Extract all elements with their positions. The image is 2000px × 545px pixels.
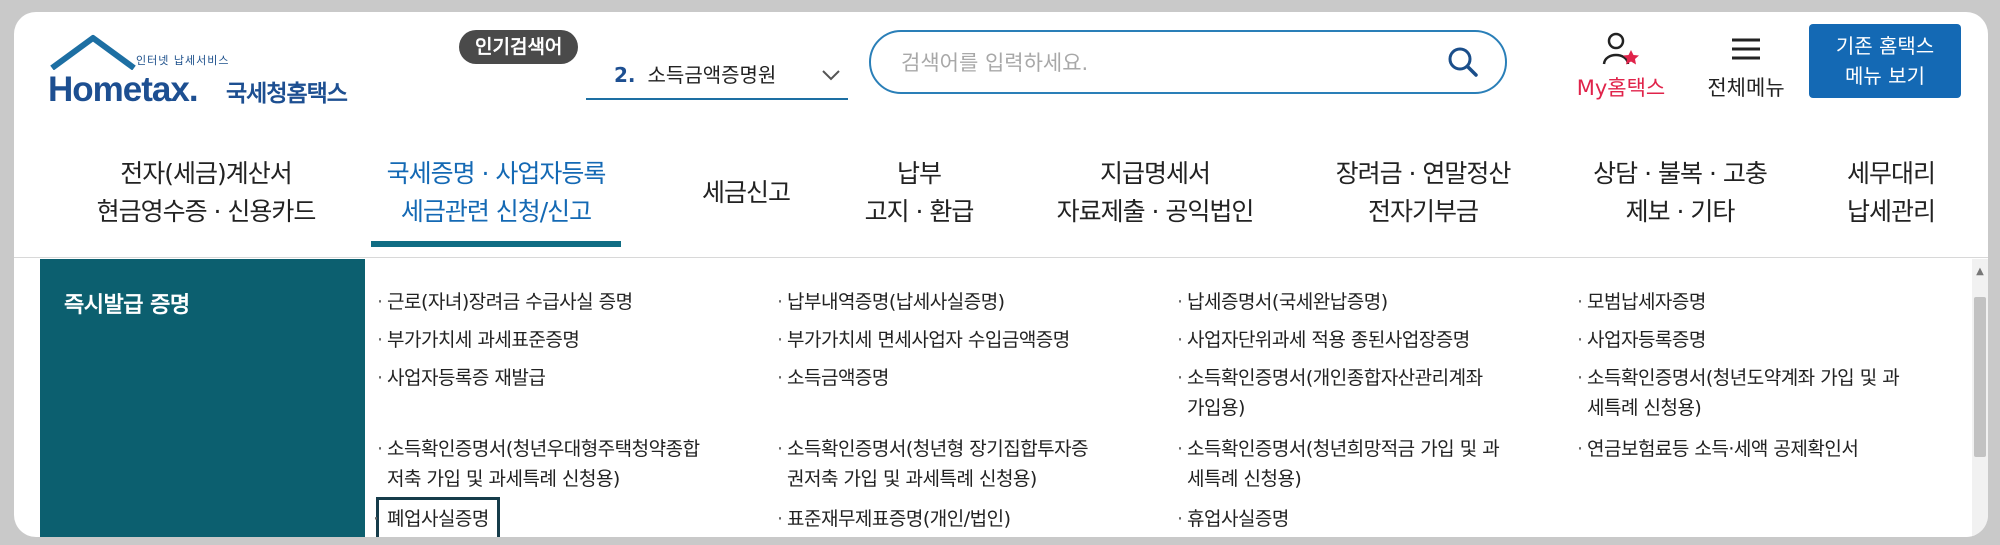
panel-category-title: 즉시발급 증명 <box>64 293 190 318</box>
link-income-cert-youth-hope[interactable]: · 소득확인증명서(청년희망적금 가입 및 과 세특례 신청용) <box>1177 434 1500 494</box>
hamburger-icon <box>1729 30 1763 70</box>
nav-certificate-line2: 세금관련 신청/신고 <box>400 197 592 226</box>
link-pension-deduction-cert[interactable]: · 연금보험료등 소득·세액 공제확인서 <box>1577 434 1859 464</box>
scroll-thumb[interactable] <box>1974 297 1986 457</box>
nav-tax-filing-line1: 세금신고 <box>701 178 791 207</box>
panel-links: · 근로(자녀)장려금 수급사실 증명 · 납부내역증명(납세사실증명) · 납세증명… <box>365 259 1975 537</box>
nav-payment-line1: 납부 <box>896 159 942 188</box>
popular-rank: 2. <box>614 63 636 87</box>
link-income-cert-youth-housing[interactable]: · 소득확인증명서(청년우대형주택청약종합 저축 가입 및 과세특례 신청용) <box>377 434 700 494</box>
nav-e-invoice-line2: 현금영수증 · 신용카드 <box>96 197 317 226</box>
nav-consulting[interactable]: 상담 · 불복 · 고충 제보 · 기타 <box>1574 155 1786 231</box>
link-model-taxpayer-cert[interactable]: · 모범납세자증명 <box>1577 287 1706 317</box>
scroll-up-arrow-icon[interactable]: ▲ <box>1972 265 1988 279</box>
old-menu-line2: 메뉴 보기 <box>1845 64 1925 88</box>
hometax-logo[interactable]: 인터넷 납세서비스 Hometax. 국세청홈택스 <box>40 28 380 109</box>
search-input[interactable] <box>899 44 1443 82</box>
link-registration-reissue[interactable]: · 사업자등록증 재발급 <box>377 363 546 393</box>
vertical-scrollbar[interactable]: ▲ <box>1972 259 1988 537</box>
link-vat-base-cert[interactable]: · 부가가치세 과세표준증명 <box>377 325 580 355</box>
nav-e-invoice-line1: 전자(세금)계산서 <box>120 159 293 188</box>
link-business-registration-cert[interactable]: · 사업자등록증명 <box>1577 325 1706 355</box>
link-closure-cert[interactable]: · 폐업사실증명 <box>373 497 500 537</box>
nav-incentive-line2: 전자기부금 <box>1367 197 1479 226</box>
link-vat-exempt-income-cert[interactable]: · 부가가치세 면세사업자 수입금액증명 <box>777 325 1070 355</box>
nav-e-invoice[interactable]: 전자(세금)계산서 현금영수증 · 신용카드 <box>76 155 336 231</box>
link-earned-incentive-cert[interactable]: · 근로(자녀)장려금 수급사실 증명 <box>377 287 633 317</box>
nav-tax-agent-line2: 납세관리 <box>1846 197 1936 226</box>
active-nav-indicator <box>371 241 621 247</box>
popular-search-badge: 인기검색어 <box>459 30 579 64</box>
nav-incentive[interactable]: 장려금 · 연말정산 전자기부금 <box>1314 155 1532 231</box>
nav-payment-statement-line1: 지급명세서 <box>1099 159 1211 188</box>
nav-payment-statement[interactable]: 지급명세서 자료제출 · 공익법인 <box>1036 155 1274 231</box>
link-unit-taxation-cert[interactable]: · 사업자단위과세 적용 종된사업장증명 <box>1177 325 1470 355</box>
link-suspension-cert[interactable]: · 휴업사실증명 <box>1177 504 1289 534</box>
main-nav: 전자(세금)계산서 현금영수증 · 신용카드 국세증명 · 사업자등록 세금관련… <box>14 147 1988 257</box>
nav-certificate[interactable]: 국세증명 · 사업자등록 세금관련 신청/신고 <box>364 155 628 231</box>
nav-consulting-line2: 제보 · 기타 <box>1625 197 1736 226</box>
nav-divider <box>14 257 1988 258</box>
my-hometax-button[interactable]: My홈택스 <box>1566 30 1676 110</box>
logo-wordmark: Hometax. <box>48 70 199 109</box>
search-icon[interactable] <box>1447 46 1479 78</box>
search-box <box>869 30 1507 94</box>
nav-tax-agent[interactable]: 세무대리 납세관리 <box>1826 155 1956 231</box>
nav-tax-filing[interactable]: 세금신고 <box>676 174 816 212</box>
app-frame: 인터넷 납세서비스 Hometax. 국세청홈택스 인기검색어 2. 소득금액증명… <box>14 12 1988 537</box>
header: 인터넷 납세서비스 Hometax. 국세청홈택스 인기검색어 2. 소득금액증명… <box>14 12 1988 127</box>
logo-korean: 국세청홈택스 <box>226 81 348 107</box>
old-hometax-menu-button[interactable]: 기존 홈택스 메뉴 보기 <box>1809 24 1961 98</box>
popular-term: 소득금액증명원 <box>647 63 777 87</box>
link-income-amount-cert[interactable]: · 소득금액증명 <box>777 363 889 393</box>
nav-payment-line2: 고지 · 환급 <box>864 197 975 226</box>
link-income-cert-isa[interactable]: · 소득확인증명서(개인종합자산관리계좌 가입용) <box>1177 363 1483 423</box>
link-payment-history-cert[interactable]: · 납부내역증명(납세사실증명) <box>777 287 1005 317</box>
nav-incentive-line1: 장려금 · 연말정산 <box>1335 159 1512 188</box>
house-roof-icon <box>50 35 136 70</box>
link-income-cert-youth-leap[interactable]: · 소득확인증명서(청년도약계좌 가입 및 과 세특례 신청용) <box>1577 363 1900 423</box>
nav-consulting-line1: 상담 · 불복 · 고충 <box>1593 159 1768 188</box>
user-star-icon <box>1601 30 1641 70</box>
all-menu-button[interactable]: 전체메뉴 <box>1696 30 1796 110</box>
link-tax-clearance-cert[interactable]: · 납세증명서(국세완납증명) <box>1177 287 1388 317</box>
nav-tax-agent-line1: 세무대리 <box>1846 159 1936 188</box>
all-menu-label: 전체메뉴 <box>1707 76 1785 100</box>
popular-search-dropdown[interactable]: 2. 소득금액증명원 <box>586 52 848 100</box>
nav-certificate-line1: 국세증명 · 사업자등록 <box>386 159 607 188</box>
chevron-down-icon <box>820 52 842 114</box>
nav-payment-statement-line2: 자료제출 · 공익법인 <box>1056 197 1255 226</box>
logo-tagline: 인터넷 납세서비스 <box>136 54 230 67</box>
old-menu-line1: 기존 홈택스 <box>1835 34 1935 58</box>
panel-category: 즉시발급 증명 <box>40 259 365 537</box>
link-financial-statement-cert[interactable]: · 표준재무제표증명(개인/법인) <box>777 504 1011 534</box>
nav-payment[interactable]: 납부 고지 · 환급 <box>844 155 994 231</box>
link-income-cert-youth-fund[interactable]: · 소득확인증명서(청년형 장기집합투자증 권저축 가입 및 과세특례 신청용) <box>777 434 1089 494</box>
my-hometax-label: My홈택스 <box>1576 76 1666 100</box>
